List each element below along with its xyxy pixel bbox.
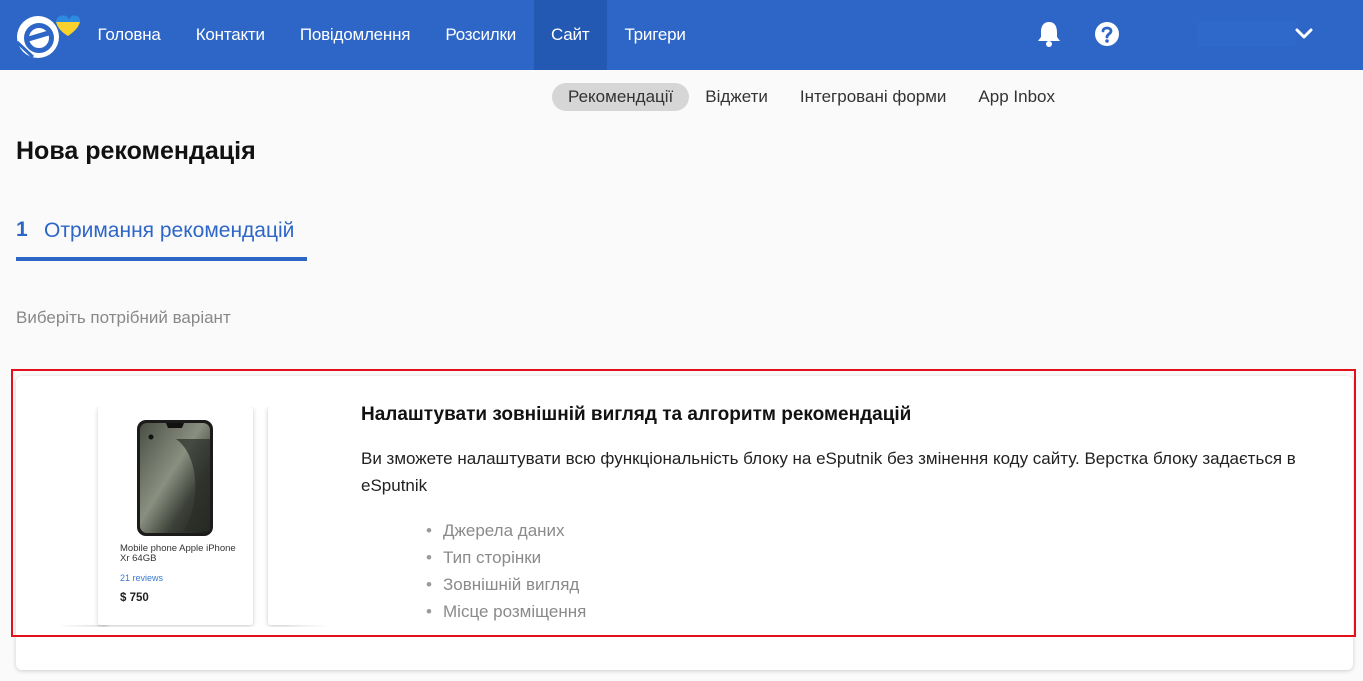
nav-item-contacts[interactable]: Контакти: [178, 0, 282, 70]
recommendation-preview: Mobile phone Apple iPhone Xr 64GB 21 rev…: [53, 407, 333, 627]
list-item: Джерела даних: [426, 517, 586, 544]
help-icon[interactable]: [1094, 21, 1120, 47]
main-nav: Головна Контакти Повідомлення Розсилки С…: [80, 0, 703, 70]
list-item: Зовнішній вигляд: [426, 571, 586, 598]
tab-app-inbox[interactable]: App Inbox: [962, 83, 1071, 111]
nav-item-campaigns[interactable]: Розсилки: [428, 0, 534, 70]
step-number: 1: [16, 218, 28, 241]
list-item: Тип сторінки: [426, 544, 586, 571]
preview-product-card: Mobile phone Apple iPhone Xr 64GB 21 rev…: [98, 407, 253, 625]
top-navigation-bar: Головна Контакти Повідомлення Розсилки С…: [0, 0, 1363, 70]
option-feature-list: Джерела даних Тип сторінки Зовнішній виг…: [426, 517, 586, 625]
preview-fade-right: [283, 407, 333, 627]
chevron-down-icon[interactable]: [1294, 26, 1314, 42]
list-item: Місце розміщення: [426, 598, 586, 625]
preview-product-price: $ 750: [120, 592, 149, 604]
preview-product-reviews: 21 reviews: [120, 573, 164, 583]
tab-recommendations[interactable]: Рекомендації: [552, 83, 690, 111]
bell-icon[interactable]: [1036, 20, 1062, 48]
option-title: Налаштувати зовнішній вигляд та алгоритм…: [361, 404, 912, 425]
preview-product-name: Mobile phone Apple iPhone Xr 64GB: [120, 543, 236, 564]
site-subnav: Рекомендації Віджети Інтегровані форми A…: [552, 83, 1071, 111]
account-selector[interactable]: [1198, 21, 1296, 47]
nav-item-triggers[interactable]: Тригери: [607, 0, 703, 70]
page-title: Нова рекомендація: [16, 137, 256, 165]
tab-integrated-forms[interactable]: Інтегровані форми: [784, 83, 963, 111]
nav-item-messages[interactable]: Повідомлення: [282, 0, 428, 70]
choose-option-hint: Виберіть потрібний варіант: [16, 308, 231, 327]
preview-fade-left: [53, 407, 103, 627]
nav-item-home[interactable]: Головна: [80, 0, 178, 70]
option-description: Ви зможете налаштувати всю функціональні…: [361, 449, 1296, 495]
esputnik-logo[interactable]: [14, 10, 80, 60]
phone-image: [137, 420, 213, 536]
step-tab-get-recommendations[interactable]: 1 Отримання рекомендацій: [16, 218, 307, 261]
step-label: Отримання рекомендацій: [44, 219, 295, 242]
option-card-configure-recommendations[interactable]: Mobile phone Apple iPhone Xr 64GB 21 rev…: [11, 369, 1356, 637]
nav-item-site[interactable]: Сайт: [533, 0, 607, 70]
tab-widgets[interactable]: Віджети: [689, 83, 784, 111]
